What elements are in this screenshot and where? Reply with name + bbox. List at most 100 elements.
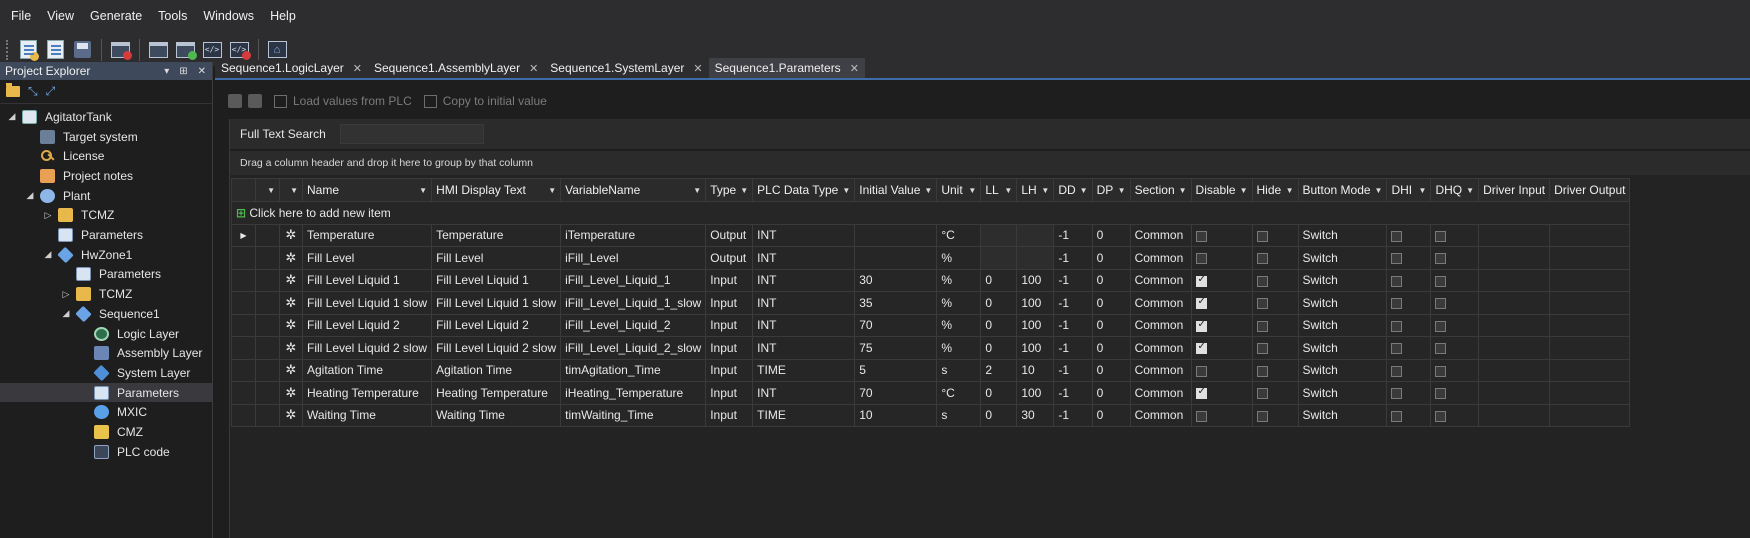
cell-dd[interactable]: -1: [1053, 313, 1093, 337]
column-header-selector[interactable]: [231, 178, 256, 202]
disable-checkbox[interactable]: [1195, 319, 1207, 332]
dhi-checkbox[interactable]: [1391, 298, 1403, 310]
filter-icon[interactable]: ▼: [693, 186, 701, 195]
cell-var[interactable]: iHeating_Temperature: [560, 381, 707, 405]
column-header-plc-data-type[interactable]: PLC Data Type ▼: [752, 178, 856, 202]
cell-section[interactable]: Common: [1129, 381, 1192, 405]
add-new-item-cell[interactable]: ⊞ Click here to add new item: [230, 201, 1631, 225]
close-tab-icon[interactable]: ✕: [353, 62, 362, 75]
filter-icon[interactable]: ▼: [267, 186, 275, 195]
filter-icon[interactable]: ▼: [1240, 186, 1248, 195]
parameter-gear-icon[interactable]: ✲: [279, 336, 303, 360]
cell-button-mode[interactable]: Switch: [1297, 268, 1388, 292]
column-header-hide[interactable]: Hide ▼: [1251, 178, 1299, 202]
cell-lh[interactable]: [1016, 223, 1055, 247]
cell-var[interactable]: timWaiting_Time: [560, 403, 707, 427]
column-header-unit[interactable]: Unit ▼: [936, 178, 982, 202]
cell-plc[interactable]: INT: [752, 336, 856, 360]
dhi-checkbox[interactable]: [1391, 388, 1403, 400]
cell-button-mode[interactable]: Switch: [1297, 223, 1388, 247]
hide-checkbox[interactable]: [1256, 320, 1268, 332]
tree-node-mxic[interactable]: MXIC: [78, 403, 147, 423]
disable-checkbox[interactable]: [1195, 253, 1207, 265]
parameter-gear-icon[interactable]: ✲: [279, 403, 303, 427]
cell-type[interactable]: Input: [705, 358, 754, 382]
menu-generate[interactable]: Generate: [82, 0, 150, 33]
filter-icon[interactable]: ▼: [1118, 186, 1126, 195]
open-project-icon[interactable]: [42, 37, 68, 63]
tree-node-license[interactable]: License: [24, 146, 104, 166]
cell-driver-input[interactable]: [1478, 381, 1551, 405]
open-folder-icon[interactable]: [6, 83, 20, 97]
cell-lh[interactable]: [1016, 246, 1055, 270]
column-header-filter-2[interactable]: ▼: [279, 178, 303, 202]
cell-section[interactable]: Common: [1129, 358, 1192, 382]
cell-lh[interactable]: 30: [1016, 403, 1055, 427]
hide-checkbox[interactable]: [1256, 230, 1268, 242]
expand-all-icon[interactable]: ⤢: [46, 84, 56, 99]
cell-driver-input[interactable]: [1478, 336, 1551, 360]
column-header-dd[interactable]: DD ▼: [1053, 178, 1093, 202]
close-tab-icon[interactable]: ✕: [693, 62, 702, 75]
cell-driver-output[interactable]: [1549, 313, 1631, 337]
tree-node-assembly-layer[interactable]: Assembly Layer: [78, 343, 202, 363]
cell-button-mode[interactable]: Switch: [1297, 336, 1388, 360]
cell-type[interactable]: Input: [705, 381, 754, 405]
disable-checkbox[interactable]: [1195, 230, 1207, 242]
cell-section[interactable]: Common: [1129, 291, 1192, 315]
save-icon[interactable]: [69, 37, 95, 63]
menu-windows[interactable]: Windows: [195, 0, 262, 33]
tab-sequence1-parameters[interactable]: Sequence1.Parameters ✕: [708, 58, 865, 78]
expand-arrow-icon[interactable]: ▷: [42, 210, 54, 221]
column-header-disable[interactable]: Disable ▼: [1190, 178, 1253, 202]
add-icon[interactable]: ⊞: [236, 206, 249, 220]
cell-section[interactable]: Common: [1129, 403, 1192, 427]
cell-plc[interactable]: INT: [752, 223, 856, 247]
expand-arrow-icon[interactable]: ◢: [42, 249, 54, 260]
cell-plc[interactable]: TIME: [752, 358, 856, 382]
cell-init[interactable]: 70: [854, 313, 938, 337]
copy-icon[interactable]: [228, 94, 242, 108]
dhi-checkbox[interactable]: [1391, 365, 1403, 377]
table-row[interactable]: ✲ Fill Level Liquid 2 slow Fill Level Liqu…: [231, 336, 1631, 360]
add-new-item-row[interactable]: ⊞ Click here to add new item: [230, 201, 1631, 225]
cell-driver-input[interactable]: [1478, 358, 1551, 382]
filter-icon[interactable]: ▼: [290, 186, 298, 195]
cell-driver-input[interactable]: [1478, 268, 1551, 292]
cell-unit[interactable]: %: [936, 313, 982, 337]
hide-checkbox[interactable]: [1256, 275, 1268, 287]
cell-name[interactable]: Fill Level Liquid 1: [301, 268, 433, 292]
cell-type[interactable]: Input: [705, 291, 754, 315]
filter-icon[interactable]: ▼: [1419, 186, 1427, 195]
tree-node-system-layer[interactable]: System Layer: [78, 363, 190, 383]
dhq-checkbox[interactable]: [1435, 298, 1447, 310]
cell-unit[interactable]: %: [936, 246, 982, 270]
table-row[interactable]: ✲ Waiting Time Waiting Time timWaiting_Time…: [231, 403, 1631, 427]
column-header-driver-output[interactable]: Driver Output: [1549, 178, 1631, 202]
parameter-gear-icon[interactable]: ✲: [279, 313, 303, 337]
dhq-checkbox[interactable]: [1435, 365, 1447, 377]
filter-icon[interactable]: ▼: [1375, 186, 1383, 195]
expand-arrow-icon[interactable]: ◢: [6, 111, 18, 122]
column-header-hmi-display-text[interactable]: HMI Display Text ▼: [431, 178, 562, 202]
dhq-checkbox[interactable]: [1435, 230, 1447, 242]
cell-dp[interactable]: 0: [1091, 358, 1131, 382]
cell-section[interactable]: Common: [1129, 313, 1192, 337]
cell-plc[interactable]: TIME: [752, 403, 856, 427]
hide-checkbox[interactable]: [1256, 365, 1268, 377]
cell-driver-output[interactable]: [1549, 336, 1631, 360]
dhq-checkbox[interactable]: [1435, 275, 1447, 287]
dhi-checkbox[interactable]: [1391, 320, 1403, 332]
dhi-checkbox[interactable]: [1391, 253, 1403, 265]
menu-tools[interactable]: Tools: [150, 0, 195, 33]
disable-checkbox[interactable]: [1195, 365, 1207, 377]
parameter-gear-icon[interactable]: ✲: [279, 291, 303, 315]
disable-checkbox[interactable]: [1195, 410, 1207, 422]
filter-icon[interactable]: ▼: [548, 186, 556, 195]
column-header-lh[interactable]: LH ▼: [1016, 178, 1055, 202]
cell-ll[interactable]: 0: [980, 381, 1018, 405]
collapse-all-icon[interactable]: ⤡: [28, 84, 38, 99]
cell-dp[interactable]: 0: [1091, 291, 1131, 315]
cell-dp[interactable]: 0: [1091, 223, 1131, 247]
cell-dp[interactable]: 0: [1091, 403, 1131, 427]
